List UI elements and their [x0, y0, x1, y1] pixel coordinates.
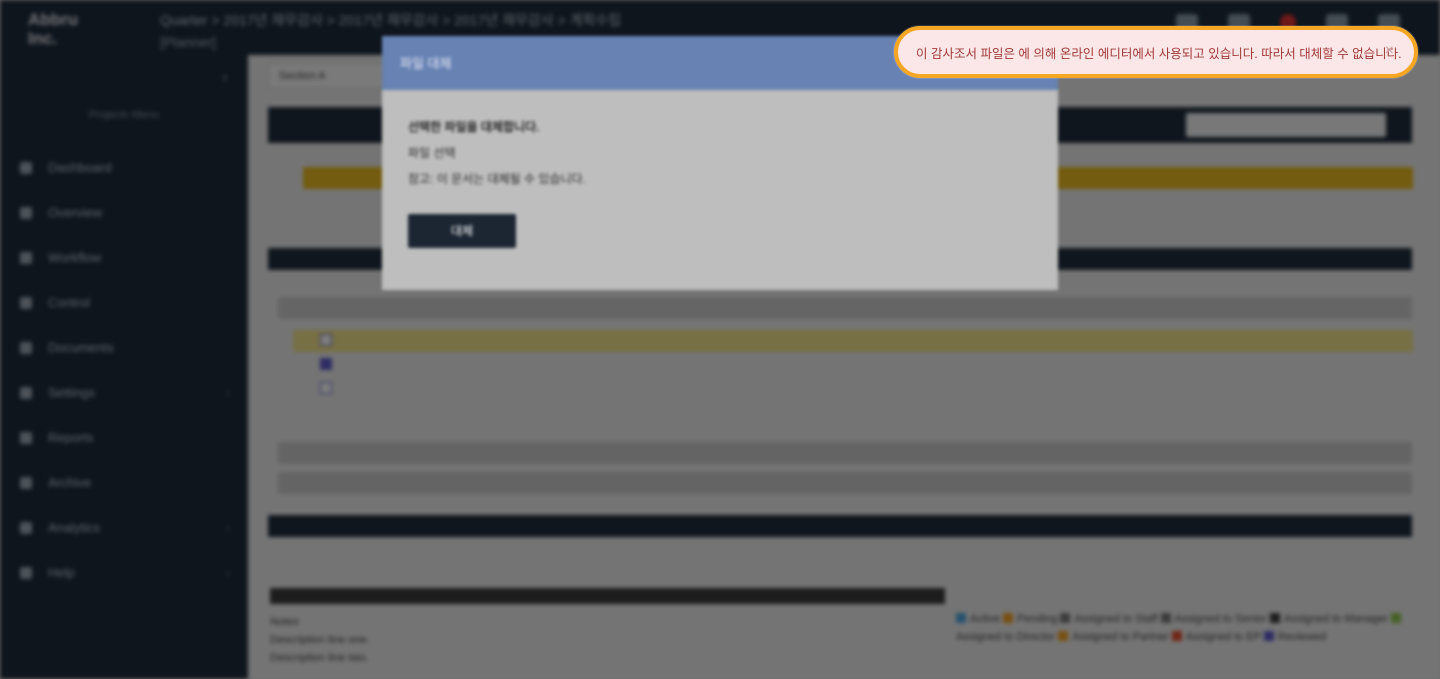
dialog-body: 선택한 파일을 대체합니다. 파일 선택 참고: 이 문서는 대체될 수 있습니… — [382, 90, 1058, 272]
dialog-message: 선택한 파일을 대체합니다. — [408, 120, 540, 134]
file-select-label[interactable]: 파일 선택 — [408, 140, 1032, 166]
toast-message: 이 감사조서 파일은 에 의해 온라인 에디터에서 사용되고 있습니다. 따라서… — [916, 46, 1402, 61]
dialog-note: 참고: 이 문서는 대체될 수 있습니다. — [408, 172, 586, 186]
replace-button[interactable]: 대체 — [408, 214, 516, 248]
error-toast: 이 감사조서 파일은 에 의해 온라인 에디터에서 사용되고 있습니다. 따라서… — [894, 26, 1418, 78]
close-icon[interactable]: × — [1385, 42, 1394, 60]
